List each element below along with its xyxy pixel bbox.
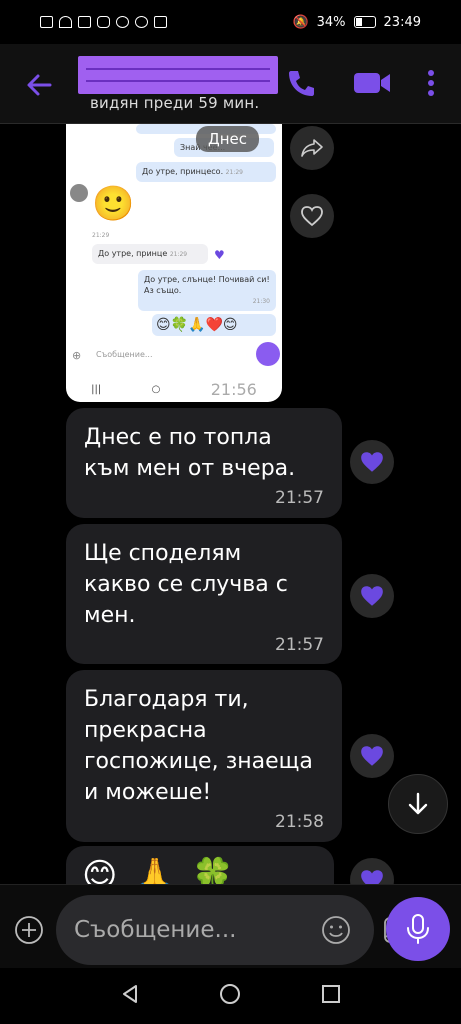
- share-button[interactable]: [290, 126, 334, 170]
- share-arrow-icon: [301, 139, 323, 157]
- more-options-button[interactable]: [426, 68, 436, 102]
- heart-outline-icon: [301, 206, 323, 227]
- mic-icon: [256, 342, 280, 366]
- message-input[interactable]: Съобщение...: [56, 895, 412, 965]
- screenshot-bubble: До утре, слънце! Почивай си! Аз също. 21…: [138, 270, 276, 311]
- circle-home-icon: [220, 984, 241, 1004]
- instagram-icon: [97, 16, 110, 28]
- mail-icon: [78, 16, 91, 28]
- notification-icons: [40, 16, 167, 28]
- screenshot-time: 21:30: [252, 298, 270, 305]
- screenshot-time: 21:29: [225, 169, 243, 176]
- alert-icon: [40, 16, 53, 28]
- triangle-back-icon: [122, 985, 137, 1003]
- message-time: 21:58: [275, 812, 324, 832]
- recents-icon: |||: [91, 383, 102, 395]
- status-bar: 🔕 34% 23:49: [0, 0, 461, 44]
- wifi-icon: [59, 16, 72, 28]
- video-call-button[interactable]: [352, 68, 392, 102]
- phone-icon: [289, 71, 314, 96]
- message-time: 21:57: [275, 488, 324, 508]
- message-text: Благодаря ти, прекрасна госпожице, знаещ…: [84, 687, 313, 805]
- plus-icon: ⊕: [72, 349, 82, 362]
- scroll-to-bottom-button[interactable]: [388, 774, 448, 834]
- overlay-time: 21:56: [210, 379, 257, 399]
- like-button[interactable]: [350, 734, 394, 778]
- square-recents-icon: [322, 985, 341, 1003]
- like-button[interactable]: [350, 574, 394, 618]
- last-seen-status: видян преди 59 мин.: [90, 94, 260, 112]
- voice-message-button[interactable]: [386, 897, 450, 961]
- chat-messages[interactable]: Знай чее... До утре, принцесо. 21:29 🙂 2…: [0, 124, 461, 884]
- smiley-icon: [322, 916, 350, 944]
- message-bubble[interactable]: Днес е по топла към мен от вчера. 21:57: [66, 408, 342, 518]
- viber-icon: [135, 16, 148, 28]
- emoji-button[interactable]: [321, 915, 351, 949]
- screenshot-bubble: До утре, принцесо. 21:29: [136, 162, 276, 182]
- message-text: Ще споделям какво се случва с мен.: [84, 541, 288, 628]
- message-time: 21:57: [275, 635, 324, 655]
- battery-icon: [353, 16, 376, 28]
- back-button[interactable]: [24, 70, 54, 100]
- emoji-message[interactable]: 😊🙏🍀: [66, 846, 334, 884]
- screenshot-time: 21:29: [169, 251, 188, 258]
- battery-percent: 34%: [316, 14, 346, 30]
- screenshot-input: ⊕ Съобщение...: [70, 342, 280, 370]
- message-composer: Съобщение...: [0, 884, 461, 968]
- screenshot-placeholder: Съобщение...: [96, 350, 153, 359]
- like-button[interactable]: [350, 858, 394, 884]
- heart-icon: [361, 586, 383, 606]
- message-bubble[interactable]: Ще споделям какво се случва с мен. 21:57: [66, 524, 342, 664]
- image-message[interactable]: Знай чее... До утре, принцесо. 21:29 🙂 2…: [66, 124, 282, 402]
- system-navbar: [0, 968, 461, 1024]
- chat-header: видян преди 59 мин.: [0, 44, 461, 124]
- home-icon: ○: [151, 383, 161, 395]
- like-button[interactable]: [350, 440, 394, 484]
- screenshot-text: До утре, слънце! Почивай си! Аз също.: [144, 275, 270, 295]
- back-nav-button[interactable]: [119, 983, 141, 1009]
- attach-button[interactable]: [14, 915, 44, 949]
- screenshot-emoji-bubble: 😊🍀🙏❤️😊: [152, 314, 276, 336]
- message-input-placeholder: Съобщение...: [74, 917, 237, 943]
- plus-circle-icon: [15, 916, 43, 944]
- video-camera-icon: [354, 73, 390, 93]
- screenshot-text: До утре, принце: [98, 249, 168, 258]
- like-button[interactable]: [290, 194, 334, 238]
- screenshot-text: До утре, принцесо.: [142, 167, 224, 176]
- mail-icon: [154, 16, 167, 28]
- message-text: Днес е по топла към мен от вчера.: [84, 425, 296, 481]
- screenshot-bubble: До утре, принце 21:29: [92, 244, 208, 264]
- contact-name-redacted[interactable]: [78, 56, 278, 94]
- mute-icon: 🔕: [292, 14, 309, 30]
- microphone-icon: [407, 914, 429, 944]
- arrow-left-icon: [27, 74, 52, 96]
- telegram-icon: [116, 16, 129, 28]
- heart-icon: [361, 870, 383, 884]
- heart-icon: [361, 452, 383, 472]
- emoji-sticker: 🙂: [92, 184, 135, 224]
- voice-call-button[interactable]: [286, 68, 316, 102]
- avatar: [70, 184, 88, 202]
- arrow-down-icon: [408, 792, 428, 815]
- kebab-menu-icon: [428, 70, 434, 96]
- home-nav-button[interactable]: [218, 982, 242, 1010]
- system-status: 🔕 34% 23:49: [292, 15, 421, 30]
- screenshot-time: 21:29: [92, 232, 110, 239]
- screenshot-navbar: ||| ○ 21:56: [66, 376, 282, 402]
- clock: 23:49: [383, 14, 421, 30]
- recents-nav-button[interactable]: [320, 983, 342, 1009]
- message-bubble[interactable]: Благодаря ти, прекрасна госпожице, знаещ…: [66, 670, 342, 842]
- date-separator: Днес: [196, 126, 260, 152]
- heart-icon: [361, 746, 383, 766]
- heart-icon: ♥: [214, 248, 225, 262]
